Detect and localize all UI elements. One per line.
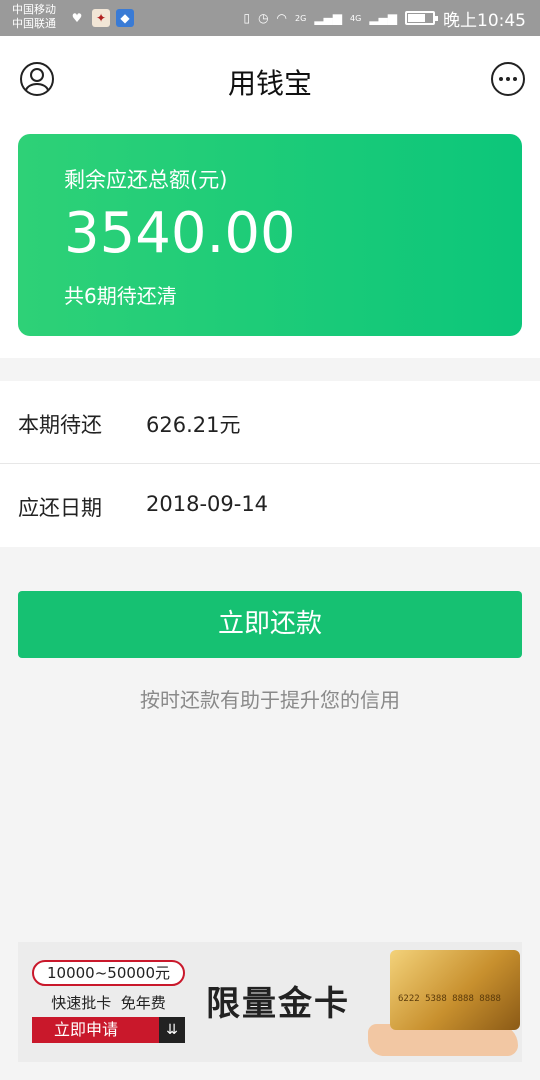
status-icons: ▯ ◷ ◠ 2G ▂▄▆ 4G ▂▄▆ 晚上10:45 (243, 0, 526, 36)
double-arrow-down-icon: ⇊ (159, 1017, 185, 1043)
ad-headline: 限量金卡 (206, 984, 350, 1024)
ad-banner[interactable]: 10000~50000元 快速批卡 免年费 立即申请 ⇊ 限量金卡 6222 5… (18, 942, 522, 1062)
network-type-1: 2G (295, 13, 307, 23)
repayment-details: 本期待还 626.21元 应还日期 2018-09-14 (0, 381, 540, 547)
carrier-info: 中国移动 中国联通 (12, 3, 56, 31)
remaining-periods: 共6期待还清 (64, 284, 177, 308)
current-due-row: 本期待还 626.21元 (0, 381, 540, 464)
due-date-row: 应还日期 2018-09-14 (0, 464, 540, 547)
carrier-1: 中国移动 (12, 3, 56, 16)
repay-now-button[interactable]: 立即还款 (18, 591, 522, 658)
ad-apply-button[interactable]: 立即申请 ⇊ (32, 1017, 185, 1043)
battery-level (408, 14, 425, 22)
battery-icon (405, 11, 438, 25)
ad-features: 快速批卡 免年费 (51, 994, 166, 1012)
network-type-2: 4G (350, 13, 362, 23)
summary-section: 剩余应还总额(元) 3540.00 共6期待还清 (0, 124, 540, 358)
more-icon[interactable] (490, 61, 526, 97)
balance-amount: 3540.00 (64, 201, 296, 266)
carrier-2: 中国联通 (12, 17, 56, 30)
health-icon: ♥ (71, 11, 83, 25)
wifi-icon: ◠ (276, 11, 288, 25)
signal-icon-2: ▂▄▆ (369, 11, 397, 25)
credit-hint: 按时还款有助于提升您的信用 (140, 688, 400, 712)
vibrate-icon: ▯ (243, 11, 251, 25)
app-notification-icon: ✦ (92, 9, 110, 27)
page-title: 用钱宝 (227, 67, 312, 100)
app-header: 用钱宝 (0, 36, 540, 124)
signal-icon: ▂▄▆ (314, 11, 343, 25)
shield-icon: ◆ (116, 9, 134, 27)
gold-card-image: 6222 5388 8888 8888 (390, 950, 520, 1030)
due-date-value: 2018-09-14 (146, 492, 269, 516)
current-due-value: 626.21元 (146, 413, 241, 437)
current-due-label: 本期待还 (18, 413, 102, 437)
due-date-label: 应还日期 (18, 496, 102, 520)
alarm-icon: ◷ (258, 11, 269, 25)
ad-apply-label: 立即申请 (54, 1020, 119, 1039)
notification-icons: ♥ ✦ ◆ (68, 9, 134, 27)
clock: 晚上10:45 (443, 10, 526, 31)
status-bar: 中国移动 中国联通 ♥ ✦ ◆ ▯ ◷ ◠ 2G ▂▄▆ 4G ▂▄▆ 晚上10… (0, 0, 540, 36)
card-number: 6222 5388 8888 8888 (398, 994, 501, 1004)
balance-label: 剩余应还总额(元) (64, 168, 228, 192)
balance-card: 剩余应还总额(元) 3540.00 共6期待还清 (18, 134, 522, 336)
ad-credit-range: 10000~50000元 (32, 960, 185, 986)
